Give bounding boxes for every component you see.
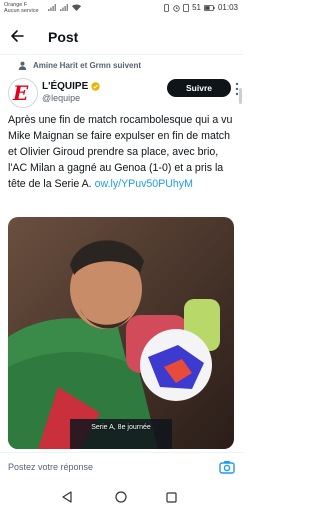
reply-bar: Postez votre réponse <box>0 452 243 483</box>
reply-input[interactable]: Postez votre réponse <box>8 462 93 472</box>
wifi-icon <box>72 4 81 11</box>
carrier-info: Orange F Aucun service <box>4 2 39 14</box>
clock: 01:03 <box>217 3 238 12</box>
verified-badge-icon <box>91 82 100 91</box>
nav-recent-apps-icon[interactable] <box>166 492 177 503</box>
system-nav-bar <box>0 482 243 512</box>
social-context[interactable]: Amine Harit et Grmn suivent <box>18 61 141 70</box>
battery-percent: 51 <box>192 3 201 12</box>
status-right: 51 01:03 <box>163 3 238 12</box>
person-icon <box>18 61 27 70</box>
social-context-text: Amine Harit et Grmn suivent <box>33 61 142 70</box>
status-icons <box>48 4 81 11</box>
alarm-icon <box>173 4 180 12</box>
tweet-text: Après une fin de match rocambolesque qui… <box>8 112 240 192</box>
signal-icon-2 <box>60 4 68 11</box>
sim-icon <box>183 3 189 12</box>
back-arrow-icon[interactable] <box>9 28 25 44</box>
nav-home-icon[interactable] <box>115 491 127 503</box>
avatar-logo-letter: E <box>13 81 29 105</box>
nav-back-icon[interactable] <box>61 491 73 503</box>
battery-icon <box>203 4 215 11</box>
app-header: Post <box>0 22 243 52</box>
status-bar: Orange F Aucun service 51 01:03 <box>0 0 243 18</box>
scrollbar[interactable] <box>239 88 242 104</box>
camera-icon[interactable] <box>219 460 235 474</box>
media-caption: Serie A, 8e journée <box>91 424 151 431</box>
signal-icon <box>48 4 56 11</box>
tweet-link[interactable]: ow.ly/YPuv50PUhyM <box>95 178 193 190</box>
divider <box>0 54 243 55</box>
author-name: L'ÉQUIPE <box>42 81 89 92</box>
avatar[interactable]: E <box>8 78 38 108</box>
author-handle[interactable]: @lequipe <box>42 93 80 103</box>
author-name-row[interactable]: L'ÉQUIPE <box>42 81 100 92</box>
tweet-media[interactable]: Serie A, 8e journée <box>8 217 234 449</box>
follow-button[interactable]: Suivre <box>167 79 231 97</box>
carrier-status: Aucun service <box>4 8 39 14</box>
page-title: Post <box>48 29 79 45</box>
vibrate-icon <box>164 3 169 12</box>
player-photo <box>8 217 234 449</box>
